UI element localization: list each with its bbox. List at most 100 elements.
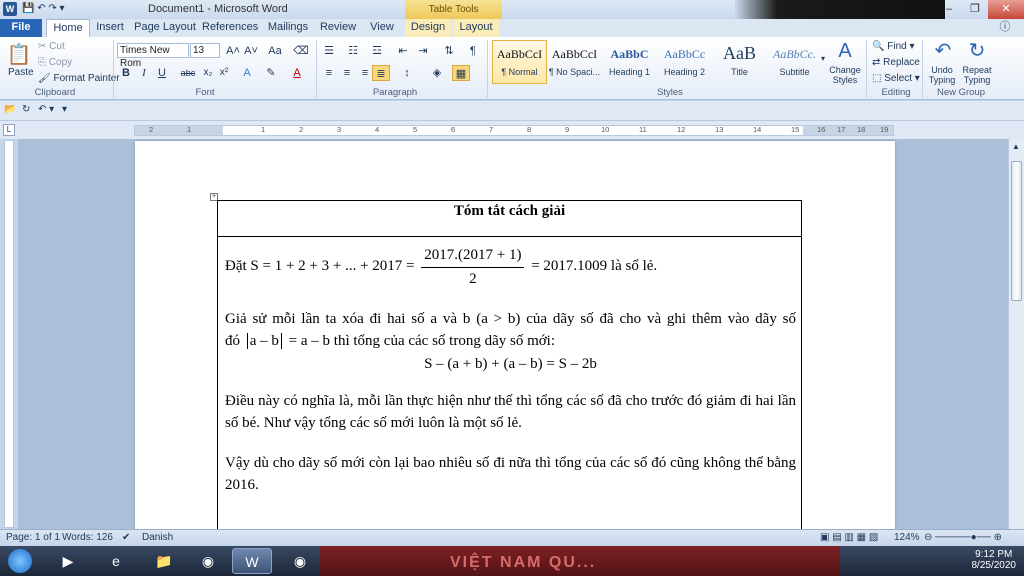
media-player-icon[interactable]: ▶ xyxy=(48,548,88,574)
page-count[interactable]: Page: 1 of 1 xyxy=(6,532,60,543)
undo-icon[interactable]: ↶ xyxy=(930,39,956,63)
grow-font-button[interactable]: A˄ xyxy=(224,43,242,59)
chrome-profile-icon[interactable]: ◉ xyxy=(280,548,320,574)
quick-access-icons[interactable]: 💾 ↶ ↷ ▾ xyxy=(22,3,65,14)
tab-design[interactable]: Design xyxy=(405,19,451,37)
font-color-button[interactable]: A xyxy=(288,65,306,81)
close-button[interactable]: ✕ xyxy=(988,0,1024,19)
ruler-number: 18 xyxy=(857,125,866,134)
select-button[interactable]: ⬚ Select ▾ xyxy=(872,73,920,84)
scrollbar-thumb[interactable] xyxy=(1011,161,1022,301)
customize-qat-icon[interactable]: ▾ xyxy=(62,104,67,115)
font-size-combo[interactable]: 13 xyxy=(190,43,220,58)
cut-button[interactable]: ✂ Cut xyxy=(38,41,65,52)
line-spacing-icon[interactable]: ↕ xyxy=(398,65,416,81)
clear-formatting-icon[interactable]: ⌫ xyxy=(292,43,310,59)
repeat-icon[interactable]: ↻ xyxy=(964,39,990,63)
style-sample: AaBbCc. xyxy=(773,47,816,61)
file-explorer-icon[interactable]: 📁 xyxy=(144,548,184,574)
align-left-icon[interactable]: ≡ xyxy=(320,65,338,81)
view-buttons-icon[interactable]: ▣ ▤ ▥ ▦ ▧ xyxy=(820,532,878,543)
strikethrough-button[interactable]: abc xyxy=(177,65,199,81)
start-button[interactable] xyxy=(8,549,32,573)
vertical-ruler[interactable] xyxy=(4,140,14,528)
bullets-icon[interactable]: ☰ xyxy=(320,43,338,59)
repeat-typing-button[interactable]: Repeat Typing xyxy=(960,65,994,85)
word-app-icon[interactable]: W xyxy=(3,2,17,16)
change-case-button[interactable]: Aa xyxy=(264,43,286,59)
shading-icon[interactable]: ◈ xyxy=(428,65,446,81)
table-header-cell[interactable]: Tóm tắt cách giải xyxy=(217,200,802,237)
style-title[interactable]: AaB Title xyxy=(712,40,767,84)
tab-home[interactable]: Home xyxy=(46,19,90,37)
tab-references[interactable]: References xyxy=(202,19,258,37)
internet-explorer-icon[interactable]: e xyxy=(96,548,136,574)
document-table[interactable]: Tóm tắt cách giải Đặt S = 1 + 2 + 3 + ..… xyxy=(217,200,802,529)
tab-layout[interactable]: Layout xyxy=(453,19,499,37)
multilevel-list-icon[interactable]: ☲ xyxy=(368,43,386,59)
change-styles-icon[interactable]: A xyxy=(832,39,858,63)
shrink-font-button[interactable]: A˅ xyxy=(242,43,260,59)
increase-indent-icon[interactable]: ⇥ xyxy=(414,43,432,59)
system-clock[interactable]: 9:12 PM 8/25/2020 xyxy=(972,549,1017,571)
word-count[interactable]: Words: 126 xyxy=(62,532,113,543)
open-icon[interactable]: 📂 xyxy=(4,104,16,115)
tab-selector-icon[interactable]: L xyxy=(3,124,15,136)
tab-review[interactable]: Review xyxy=(318,19,358,37)
format-painter-button[interactable]: 🖌 Format Painter xyxy=(38,73,120,84)
align-center-icon[interactable]: ≡ xyxy=(338,65,356,81)
tab-file[interactable]: File xyxy=(0,19,42,37)
decrease-indent-icon[interactable]: ⇤ xyxy=(394,43,412,59)
spellcheck-icon[interactable]: ✔ xyxy=(122,532,130,543)
tab-mailings[interactable]: Mailings xyxy=(264,19,312,37)
font-name-combo[interactable]: Times New Rom xyxy=(117,43,189,69)
highlight-icon[interactable]: ✎ xyxy=(262,65,280,81)
word-taskbar-icon[interactable]: W xyxy=(232,548,272,574)
language[interactable]: Danish xyxy=(142,532,173,543)
paste-icon[interactable]: 📋 xyxy=(6,43,32,67)
paste-button[interactable]: Paste xyxy=(8,67,34,78)
undo-small-icon[interactable]: ↶ ▾ xyxy=(38,104,54,115)
bold-button[interactable]: B xyxy=(117,65,135,81)
style-no-spacing[interactable]: AaBbCcI ¶ No Spaci... xyxy=(547,40,602,84)
zoom-slider-icon[interactable]: ⊖ ─────●── ⊕ xyxy=(924,532,1002,543)
italic-button[interactable]: I xyxy=(135,65,153,81)
tab-page-layout[interactable]: Page Layout xyxy=(134,19,196,37)
justify-icon[interactable]: ≣ xyxy=(372,65,390,81)
help-icon[interactable]: ⓘ xyxy=(988,19,1022,37)
scroll-up-icon[interactable]: ▲ xyxy=(1012,142,1020,151)
ruler-number: 3 xyxy=(337,125,342,134)
styles-more-icon[interactable]: ▾ xyxy=(818,51,828,67)
numbering-icon[interactable]: ☷ xyxy=(344,43,362,59)
divider xyxy=(922,40,923,98)
refresh-icon[interactable]: ↻ xyxy=(22,104,30,115)
restore-button[interactable]: ❐ xyxy=(962,0,988,19)
tab-insert[interactable]: Insert xyxy=(92,19,128,37)
replace-button[interactable]: ⇄ Replace xyxy=(872,57,920,68)
borders-icon[interactable]: ▦ xyxy=(452,65,470,81)
document-page[interactable]: + Tóm tắt cách giải Đặt S = 1 + 2 + 3 + … xyxy=(135,141,895,529)
chrome-icon[interactable]: ◉ xyxy=(188,548,228,574)
sort-icon[interactable]: ⇅ xyxy=(440,43,458,59)
text-effects-icon[interactable]: A xyxy=(238,65,256,81)
show-formatting-icon[interactable]: ¶ xyxy=(464,43,482,59)
horizontal-ruler[interactable]: 2 1 1 2 3 4 5 6 7 8 9 10 11 12 13 14 15 … xyxy=(134,125,894,136)
tab-view[interactable]: View xyxy=(364,19,400,37)
undo-typing-button[interactable]: Undo Typing xyxy=(926,65,958,85)
vertical-scrollbar[interactable]: ▲ xyxy=(1008,139,1024,529)
style-normal[interactable]: AaBbCcI ¶ Normal xyxy=(492,40,547,84)
table-body-cell[interactable]: Đặt S = 1 + 2 + 3 + ... + 2017 = 2017.(2… xyxy=(217,236,802,529)
change-styles-button[interactable]: Change Styles xyxy=(828,65,862,85)
style-heading-2[interactable]: AaBbCc Heading 2 xyxy=(657,40,712,84)
style-heading-1[interactable]: AaBbC Heading 1 xyxy=(602,40,657,84)
clock-date: 8/25/2020 xyxy=(971,560,1017,571)
find-button[interactable]: 🔍 Find ▾ xyxy=(872,41,915,52)
superscript-button[interactable]: x² xyxy=(215,65,233,81)
minimize-button[interactable]: – xyxy=(936,0,962,19)
copy-button[interactable]: ⎘ Copy xyxy=(38,57,72,68)
underline-button[interactable]: U xyxy=(153,65,171,81)
zoom-level[interactable]: 124% xyxy=(894,532,920,543)
style-subtitle[interactable]: AaBbCc. Subtitle xyxy=(767,40,822,84)
styles-group-label: Styles xyxy=(657,87,683,98)
